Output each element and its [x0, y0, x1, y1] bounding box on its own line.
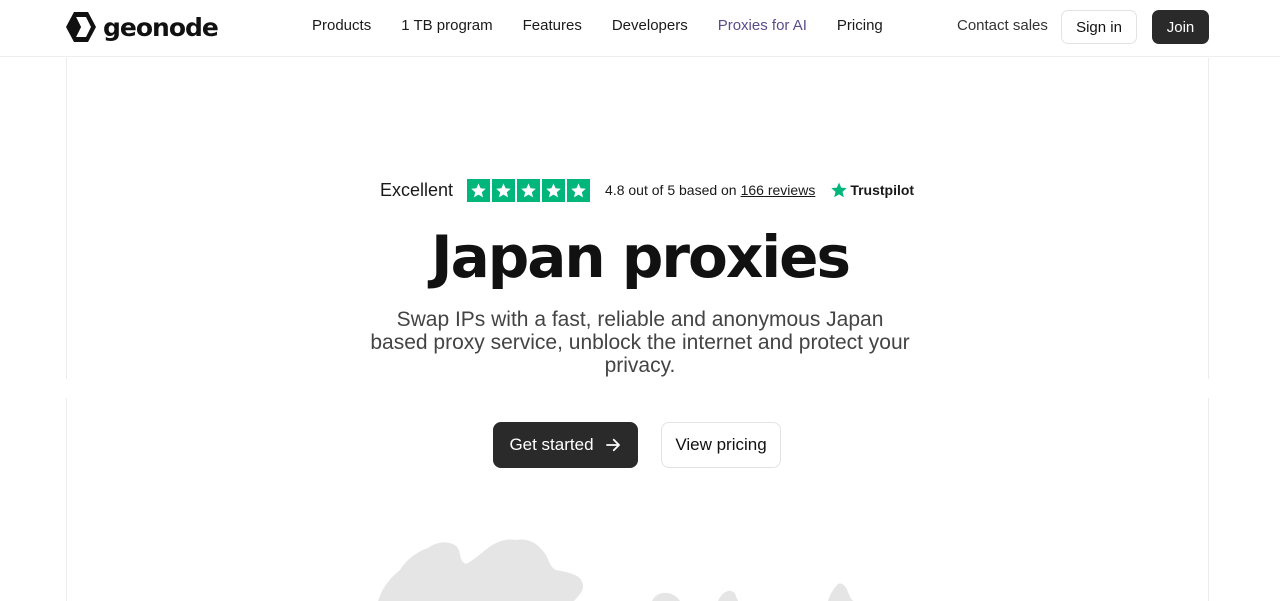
- left-border-line-lower: [66, 398, 67, 601]
- nav-developers[interactable]: Developers: [612, 17, 688, 35]
- main-nav: Products 1 TB program Features Developer…: [312, 17, 883, 35]
- get-started-label: Get started: [509, 435, 594, 454]
- right-border-line: [1208, 58, 1209, 379]
- navbar: geonode Products 1 TB program Features D…: [0, 0, 1280, 57]
- nav-pricing[interactable]: Pricing: [837, 17, 883, 35]
- nav-products[interactable]: Products: [312, 17, 371, 35]
- trustpilot-widget[interactable]: Excellent 4.8 out of 5 based on 166 revi…: [380, 178, 914, 202]
- map-landmass: [718, 590, 738, 601]
- arrow-right-icon: [605, 438, 620, 452]
- page-title: Japan proxies: [431, 223, 851, 291]
- right-border-line-lower: [1208, 398, 1209, 601]
- left-border-line: [66, 58, 67, 379]
- trustpilot-brand-name: Trustpilot: [850, 182, 915, 198]
- logo-text: geonode: [103, 12, 219, 42]
- map-landmass: [378, 539, 584, 601]
- trustpilot-star-icon: [831, 182, 848, 198]
- contact-sales-link[interactable]: Contact sales: [957, 17, 1048, 35]
- get-started-button[interactable]: Get started: [493, 422, 638, 468]
- hero-subtitle: Swap IPs with a fast, reliable and anony…: [370, 308, 910, 377]
- nav-features[interactable]: Features: [523, 17, 582, 35]
- geonode-logo-icon: [66, 12, 96, 42]
- logo[interactable]: geonode: [65, 11, 219, 43]
- sign-in-button[interactable]: Sign in: [1061, 10, 1137, 44]
- star-icon: [542, 178, 566, 202]
- nav-1tb-program[interactable]: 1 TB program: [401, 17, 492, 35]
- trustpilot-stars: [467, 178, 591, 202]
- trustpilot-reviews-link[interactable]: 166 reviews: [741, 182, 816, 198]
- star-icon: [517, 178, 541, 202]
- star-icon: [492, 178, 516, 202]
- nav-proxies-for-ai[interactable]: Proxies for AI: [718, 17, 807, 35]
- map-landmass: [652, 592, 680, 601]
- trustpilot-label: Excellent: [380, 179, 454, 200]
- join-button[interactable]: Join: [1152, 10, 1209, 44]
- map-landmass: [828, 583, 854, 601]
- world-map-illustration: [378, 539, 854, 601]
- trustpilot-brand: Trustpilot: [830, 181, 914, 199]
- view-pricing-button[interactable]: View pricing: [661, 422, 781, 468]
- star-icon: [467, 178, 491, 202]
- star-icon: [567, 178, 591, 202]
- trustpilot-rating-text: 4.8 out of 5 based on: [605, 182, 737, 198]
